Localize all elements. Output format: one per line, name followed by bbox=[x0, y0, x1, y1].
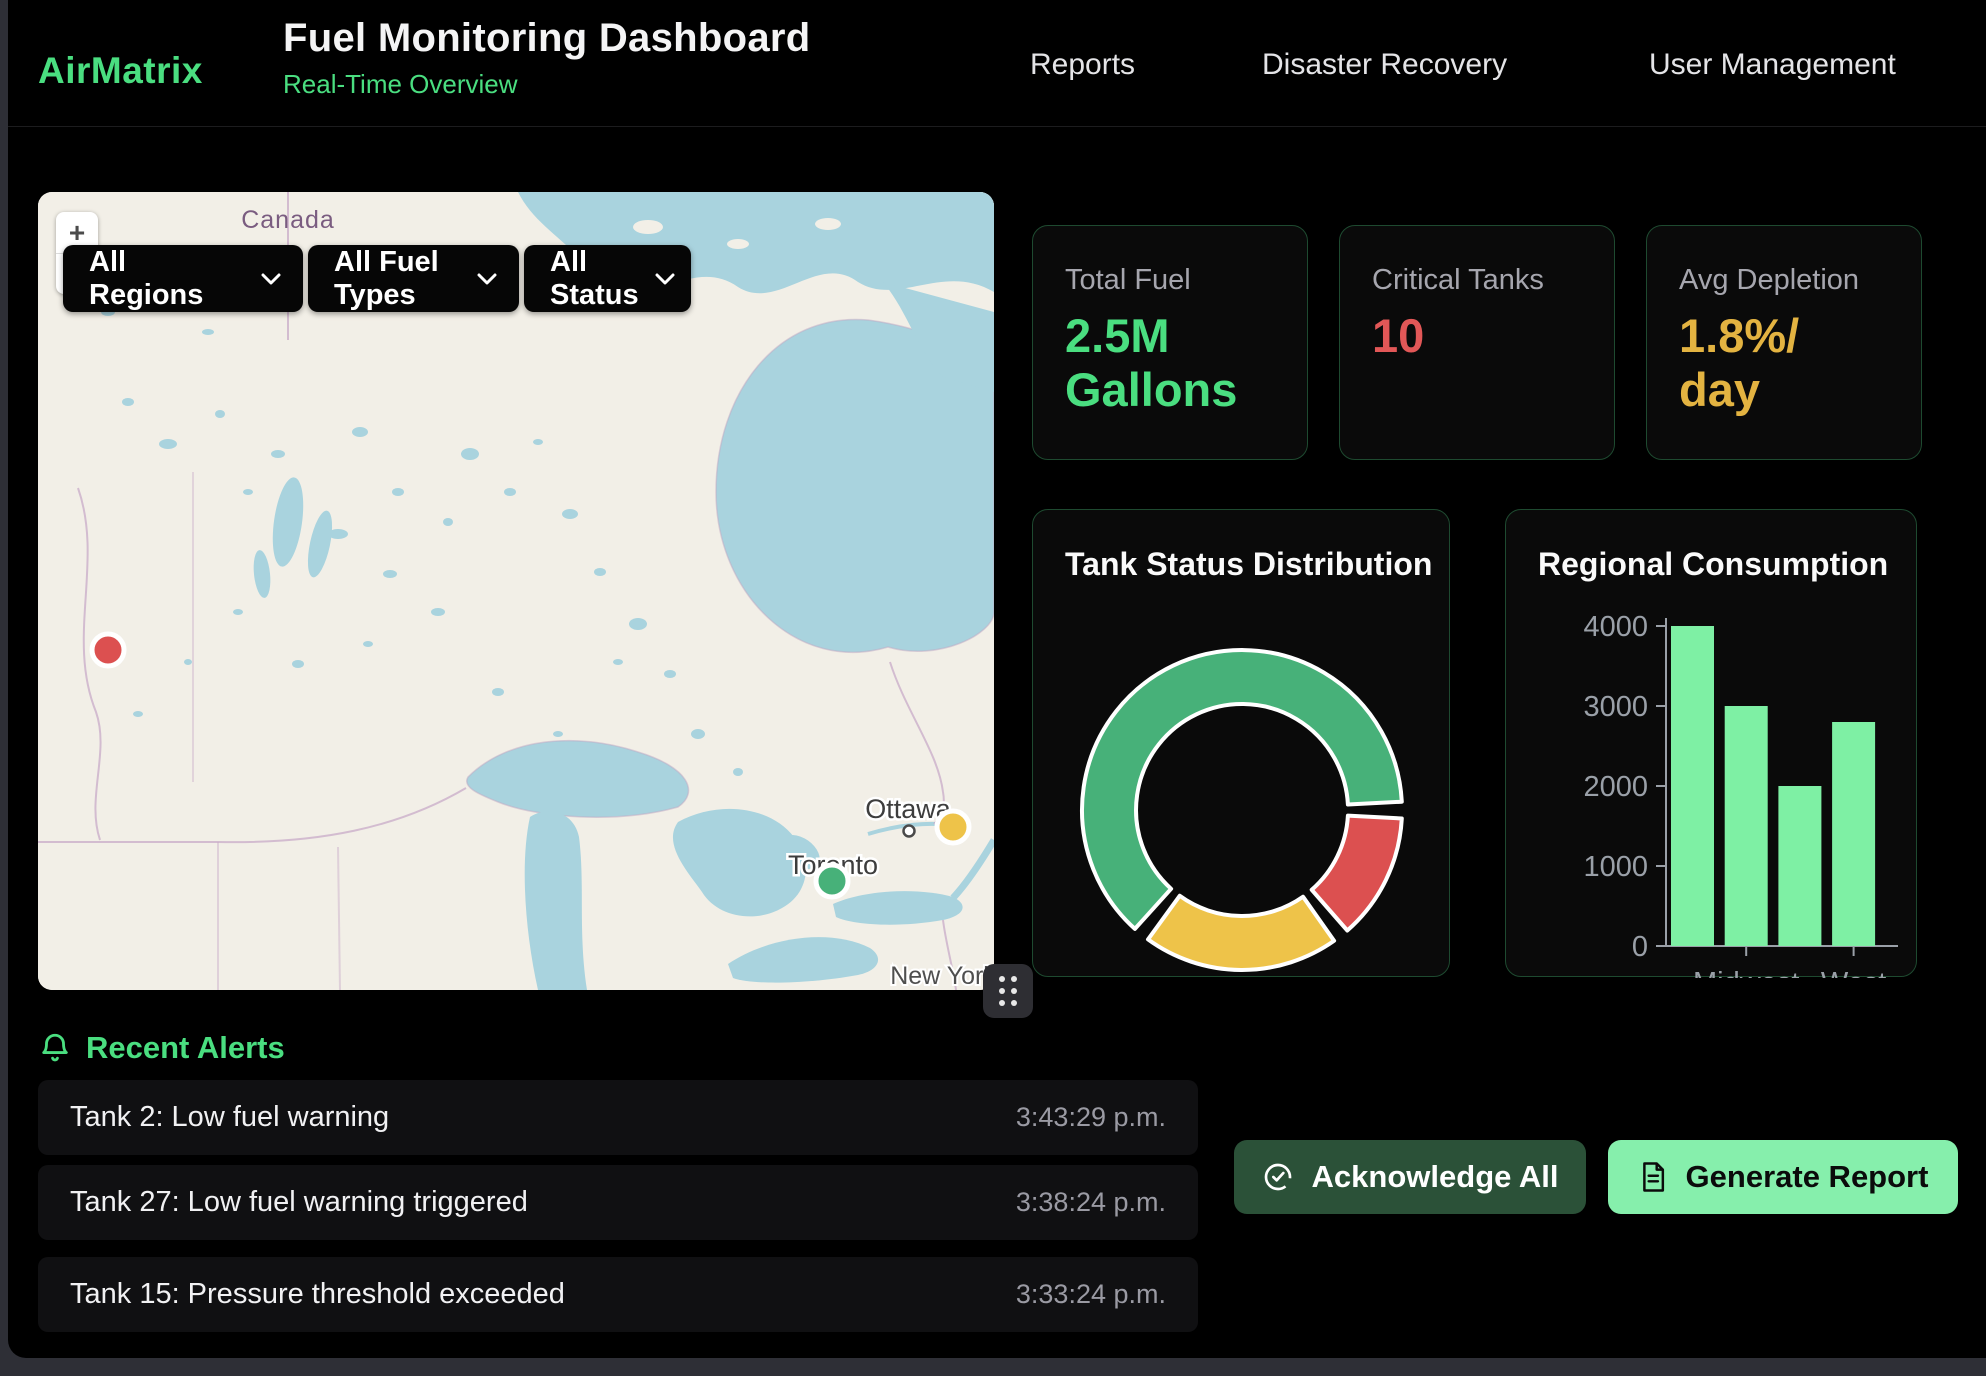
dashboard-screen: AirMatrix Fuel Monitoring Dashboard Real… bbox=[0, 0, 1986, 1376]
page-title: Fuel Monitoring Dashboard bbox=[283, 16, 810, 61]
title-block: Fuel Monitoring Dashboard Real-Time Over… bbox=[283, 16, 810, 100]
svg-text:3000: 3000 bbox=[1583, 691, 1648, 723]
region-filter-value: All Regions bbox=[89, 246, 245, 312]
map-label-canada: Canada bbox=[241, 206, 335, 234]
brand-logo: AirMatrix bbox=[38, 50, 203, 92]
consumption-bar bbox=[1725, 706, 1768, 946]
regional-consumption-chart-card: Regional Consumption 01000200030004000Mi… bbox=[1505, 509, 1917, 977]
chevron-down-icon bbox=[477, 273, 497, 285]
tank-status-chart-card: Tank Status Distribution bbox=[1032, 509, 1450, 977]
app-header: AirMatrix Fuel Monitoring Dashboard Real… bbox=[8, 0, 1986, 127]
regional-consumption-bar-chart: 0 1000 2000 3000 4000 Midwest West bbox=[1506, 510, 1918, 978]
bell-icon bbox=[38, 1031, 72, 1065]
acknowledge-all-label: Acknowledge All bbox=[1312, 1159, 1559, 1195]
map-label-new-york: New York bbox=[890, 962, 994, 990]
svg-text:West: West bbox=[1821, 967, 1887, 978]
tank-marker-normal[interactable] bbox=[816, 865, 848, 897]
alert-time: 3:38:24 p.m. bbox=[1016, 1187, 1166, 1218]
acknowledge-all-button[interactable]: Acknowledge All bbox=[1234, 1140, 1586, 1214]
alert-row[interactable]: Tank 27: Low fuel warning triggered 3:38… bbox=[38, 1165, 1198, 1240]
svg-text:4000: 4000 bbox=[1583, 611, 1648, 643]
alert-time: 3:33:24 p.m. bbox=[1016, 1279, 1166, 1310]
fuel-map[interactable]: Canada Ottawa Toronto New York + All Reg… bbox=[38, 192, 994, 990]
donut-segment-critical-red bbox=[1312, 816, 1402, 931]
alert-row[interactable]: Tank 15: Pressure threshold exceeded 3:3… bbox=[38, 1257, 1198, 1332]
chevron-down-icon bbox=[655, 273, 675, 285]
fuel-type-filter-select[interactable]: All Fuel Types bbox=[308, 245, 519, 312]
fuel-type-filter-value: All Fuel Types bbox=[334, 246, 461, 312]
svg-text:0: 0 bbox=[1632, 931, 1648, 963]
region-filter-select[interactable]: All Regions bbox=[63, 245, 303, 312]
status-filter-select[interactable]: All Status bbox=[524, 245, 691, 312]
consumption-bar bbox=[1832, 722, 1875, 946]
svg-text:2000: 2000 bbox=[1583, 771, 1648, 803]
tank-marker-critical[interactable] bbox=[92, 634, 124, 666]
stat-card-total-fuel: Total Fuel 2.5MGallons bbox=[1032, 225, 1308, 460]
nav-reports[interactable]: Reports bbox=[1030, 48, 1135, 82]
chevron-down-icon bbox=[261, 273, 281, 285]
alert-text: Tank 2: Low fuel warning bbox=[70, 1101, 389, 1134]
alert-time: 3:43:29 p.m. bbox=[1016, 1102, 1166, 1133]
generate-report-button[interactable]: Generate Report bbox=[1608, 1140, 1958, 1214]
ottawa-city-marker bbox=[904, 826, 915, 837]
generate-report-label: Generate Report bbox=[1686, 1159, 1929, 1195]
app-window: AirMatrix Fuel Monitoring Dashboard Real… bbox=[8, 0, 1986, 1358]
grip-dots-icon bbox=[999, 976, 1017, 1006]
resize-handle[interactable] bbox=[983, 964, 1033, 1018]
svg-text:1000: 1000 bbox=[1583, 851, 1648, 883]
stat-label: Total Fuel bbox=[1065, 264, 1277, 297]
stat-value: 2.5MGallons bbox=[1065, 309, 1277, 417]
nav-disaster-recovery[interactable]: Disaster Recovery bbox=[1262, 48, 1507, 82]
alert-row[interactable]: Tank 2: Low fuel warning 3:43:29 p.m. bbox=[38, 1080, 1198, 1155]
consumption-bar bbox=[1671, 626, 1714, 946]
alert-text: Tank 15: Pressure threshold exceeded bbox=[70, 1278, 565, 1311]
consumption-bar bbox=[1778, 786, 1821, 946]
file-text-icon bbox=[1638, 1161, 1668, 1193]
page-subtitle: Real-Time Overview bbox=[283, 69, 810, 100]
check-circle-icon bbox=[1262, 1161, 1294, 1193]
status-filter-value: All Status bbox=[550, 246, 639, 312]
stat-card-critical-tanks: Critical Tanks 10 bbox=[1339, 225, 1615, 460]
donut-segment-warning-yellow bbox=[1148, 896, 1334, 970]
tank-status-donut-chart bbox=[1033, 510, 1451, 978]
stat-label: Avg Depletion bbox=[1679, 264, 1891, 297]
stat-value: 1.8%/day bbox=[1679, 309, 1891, 417]
map-filters: All Regions All Fuel Types All Status bbox=[63, 245, 691, 312]
stat-value: 10 bbox=[1372, 309, 1584, 363]
alerts-title: Recent Alerts bbox=[86, 1030, 285, 1066]
stat-label: Critical Tanks bbox=[1372, 264, 1584, 297]
alerts-header: Recent Alerts bbox=[38, 1030, 285, 1066]
svg-text:Midwest: Midwest bbox=[1693, 967, 1799, 978]
nav-user-management[interactable]: User Management bbox=[1649, 48, 1896, 82]
stat-card-avg-depletion: Avg Depletion 1.8%/day bbox=[1646, 225, 1922, 460]
alert-text: Tank 27: Low fuel warning triggered bbox=[70, 1186, 528, 1219]
tank-marker-warning[interactable] bbox=[937, 811, 969, 843]
